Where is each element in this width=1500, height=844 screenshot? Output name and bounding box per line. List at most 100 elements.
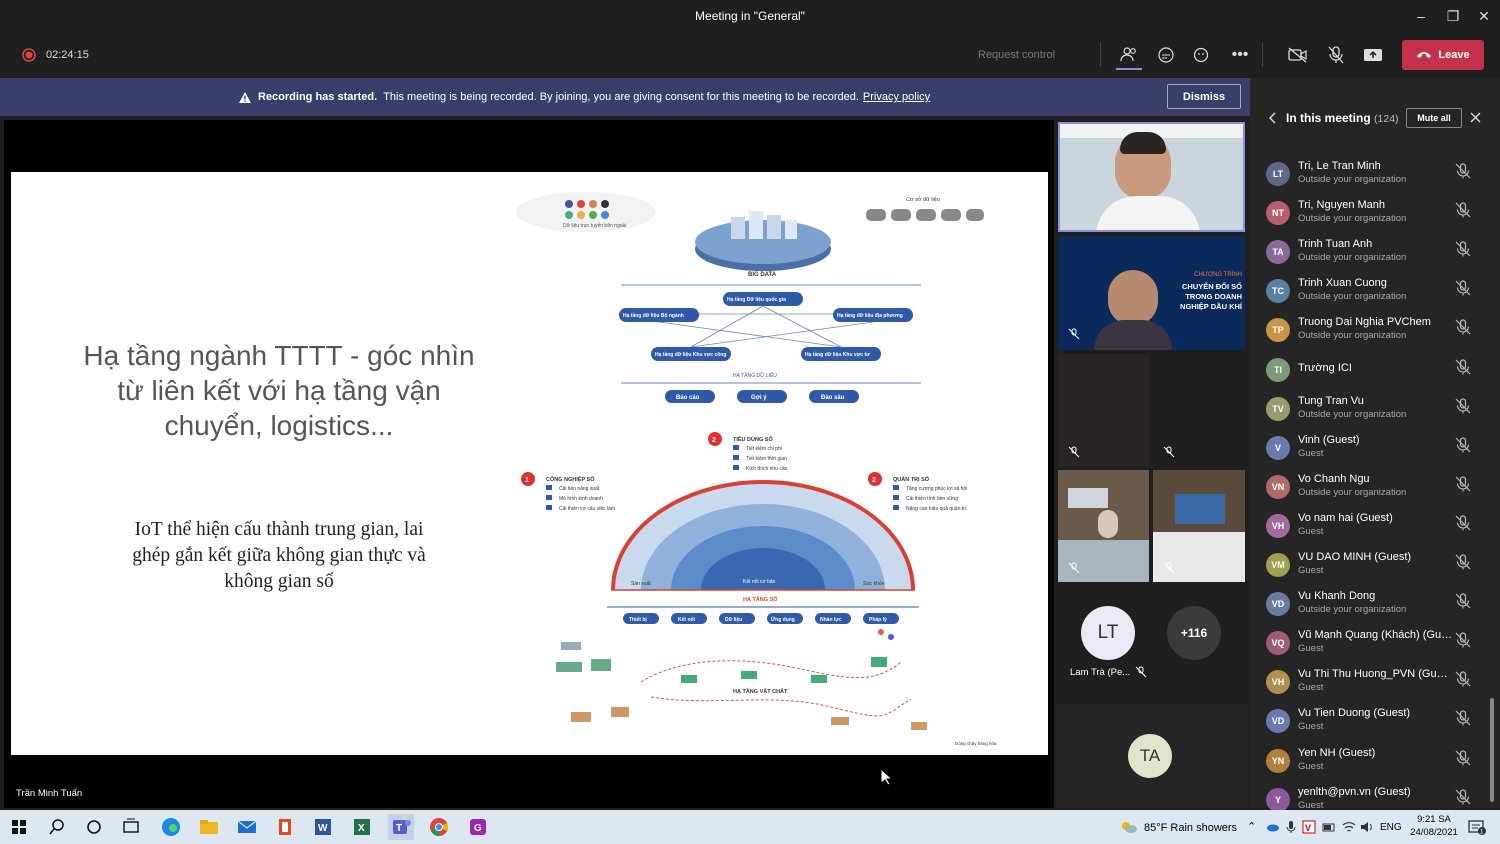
minimize-icon[interactable]: – [1405,0,1437,32]
video-tile-banner[interactable]: CHƯƠNG TRÌNH CHUYỂN ĐỔI SỐ TRONG DOANH N… [1058,236,1245,350]
privacy-policy-link[interactable]: Privacy policy [863,91,930,103]
database-icons [866,209,984,221]
more-participants-button[interactable]: +116 [1167,606,1221,660]
clock[interactable]: 9:21 SA 24/08/2021 [1404,813,1464,839]
maximize-icon[interactable]: ❐ [1437,0,1469,32]
participant-row[interactable]: YN Yen NH (Guest) Guest [1266,745,1486,784]
mute-all-button[interactable]: Mute all [1406,108,1462,128]
tray-chevron-icon[interactable]: ⌃ [1247,820,1256,833]
battery-icon[interactable] [1322,821,1336,833]
volume-icon[interactable] [1360,820,1374,833]
participant-mic-off-icon[interactable] [1454,475,1472,493]
request-control-button[interactable]: Request control [978,40,1055,70]
search-icon[interactable] [44,814,70,840]
panel-scrollbar[interactable] [1490,698,1494,802]
chrome-icon[interactable] [426,814,452,840]
word-icon[interactable]: W [310,814,336,840]
participant-mic-off-icon[interactable] [1454,631,1472,649]
participant-mic-off-icon[interactable] [1454,162,1472,180]
participant-row[interactable]: TA Trinh Tuan Anh Outside your organizatio… [1266,236,1486,275]
participant-mic-off-icon[interactable] [1454,201,1472,219]
participant-mic-off-icon[interactable] [1454,279,1472,297]
video-tile-dark-2[interactable] [1153,354,1245,466]
participant-mic-off-icon[interactable] [1454,514,1472,532]
toolbar-divider [1100,43,1101,67]
language-indicator[interactable]: ENG [1380,822,1402,833]
participant-row[interactable]: NT Tri, Nguyen Manh Outside your organizat… [1266,197,1486,236]
task-view-icon[interactable] [118,814,144,840]
dismiss-button[interactable]: Dismiss [1167,84,1241,109]
onedrive-icon[interactable] [1266,822,1280,832]
participant-mic-off-icon[interactable] [1454,240,1472,258]
participant-row[interactable]: VD Vu Tien Duong (Guest) Guest [1266,705,1486,744]
participants-icon[interactable] [1116,40,1142,70]
participant-mic-off-icon[interactable] [1454,436,1472,454]
participant-mic-off-icon[interactable] [1454,709,1472,727]
tile-mic-off-icon [1163,562,1175,574]
participant-row[interactable]: TC Trinh Xuan Cuong Outside your organizat… [1266,275,1486,314]
participant-row[interactable]: V Vinh (Guest) Guest [1266,432,1486,471]
back-chevron-icon[interactable] [1268,112,1278,124]
avatar-lt[interactable]: LT [1081,606,1135,660]
video-tile-dark-1[interactable] [1058,354,1149,466]
leave-button[interactable]: Leave [1402,40,1484,70]
participant-row[interactable]: TP Truong Dai Nghia PVChem Outside your or… [1266,314,1486,353]
excel-icon[interactable]: X [349,814,375,840]
tile-mic-off-icon [1163,446,1175,458]
participant-mic-off-icon[interactable] [1454,318,1472,336]
participant-row[interactable]: VN Vo Chanh Ngu Outside your organization [1266,471,1486,510]
app-icon[interactable]: G [465,814,491,840]
leave-label: Leave [1438,49,1470,61]
office-icon[interactable] [272,814,298,840]
cortana-icon[interactable] [81,814,107,840]
close-window-icon[interactable]: ✕ [1468,0,1500,32]
microphone-tray-icon[interactable] [1286,820,1296,834]
camera-off-icon[interactable] [1286,40,1310,70]
participant-org: Guest [1298,447,1324,459]
participant-row[interactable]: TV Tung Tran Vu Outside your organization [1266,393,1486,432]
edge-icon[interactable] [158,814,184,840]
participant-mic-off-icon[interactable] [1454,592,1472,610]
chat-icon[interactable] [1154,40,1178,70]
participant-row[interactable]: LT Tri, Le Tran Minh Outside your organiza… [1266,158,1486,197]
share-screen-icon[interactable] [1361,40,1385,70]
video2-top-text: CHƯƠNG TRÌNH [1194,272,1242,278]
video-tile-room-2[interactable] [1153,470,1245,582]
participant-mic-off-icon[interactable] [1454,749,1472,767]
video-tile-room-1[interactable] [1058,470,1149,582]
tray-app-icon[interactable]: V [1302,820,1316,834]
participant-row[interactable]: VD Vu Khanh Dong Outside your organization [1266,588,1486,627]
svg-text:Dữ liệu: Dữ liệu [725,617,742,623]
data-nodes: Hạ tầng Dữ liệu quốc gia Hạ tầng dữ liệu… [619,292,913,361]
more-actions-icon[interactable]: ••• [1228,40,1252,70]
file-explorer-icon[interactable] [196,814,222,840]
close-panel-icon[interactable] [1470,112,1481,123]
participant-mic-off-icon[interactable] [1454,397,1472,415]
notifications-icon[interactable]: 1 [1468,819,1486,835]
participant-name: Truong Dai Nghia PVChem [1298,316,1431,329]
participant-org: Outside your organization [1298,604,1407,616]
participant-mic-off-icon[interactable] [1454,788,1472,806]
participant-row[interactable]: VQ Vũ Mạnh Quang (Khách) (Gue... Guest [1266,627,1486,666]
svg-text:X: X [358,823,365,834]
windows-start-icon[interactable] [6,814,32,840]
speaker-hair [1120,132,1166,154]
reactions-icon[interactable] [1190,40,1214,70]
svg-text:Cải tiến năng suất: Cải tiến năng suất [559,486,600,492]
weather-text[interactable]: 85°F Rain showers [1144,822,1237,834]
video-tile-speaker[interactable] [1058,122,1245,232]
recording-icon [20,40,38,70]
participant-row[interactable]: VH Vo nam hai (Guest) Guest [1266,510,1486,549]
participant-mic-off-icon[interactable] [1454,670,1472,688]
teams-icon[interactable]: T [388,814,414,840]
participant-name: Trinh Tuan Anh [1298,238,1373,251]
mic-off-icon[interactable] [1324,40,1348,70]
wifi-icon[interactable] [1342,820,1356,833]
panel-title-text: In this meeting [1286,111,1371,125]
participant-mic-off-icon[interactable] [1454,358,1472,376]
mail-icon[interactable] [234,814,260,840]
participant-mic-off-icon[interactable] [1454,553,1472,571]
participant-row[interactable]: VH Vu Thi Thu Huong_PVN (Guest) Guest [1266,666,1486,705]
participant-row[interactable]: TI Trường ICI [1266,354,1486,393]
participant-row[interactable]: VM VU DAO MINH (Guest) Guest [1266,549,1486,588]
